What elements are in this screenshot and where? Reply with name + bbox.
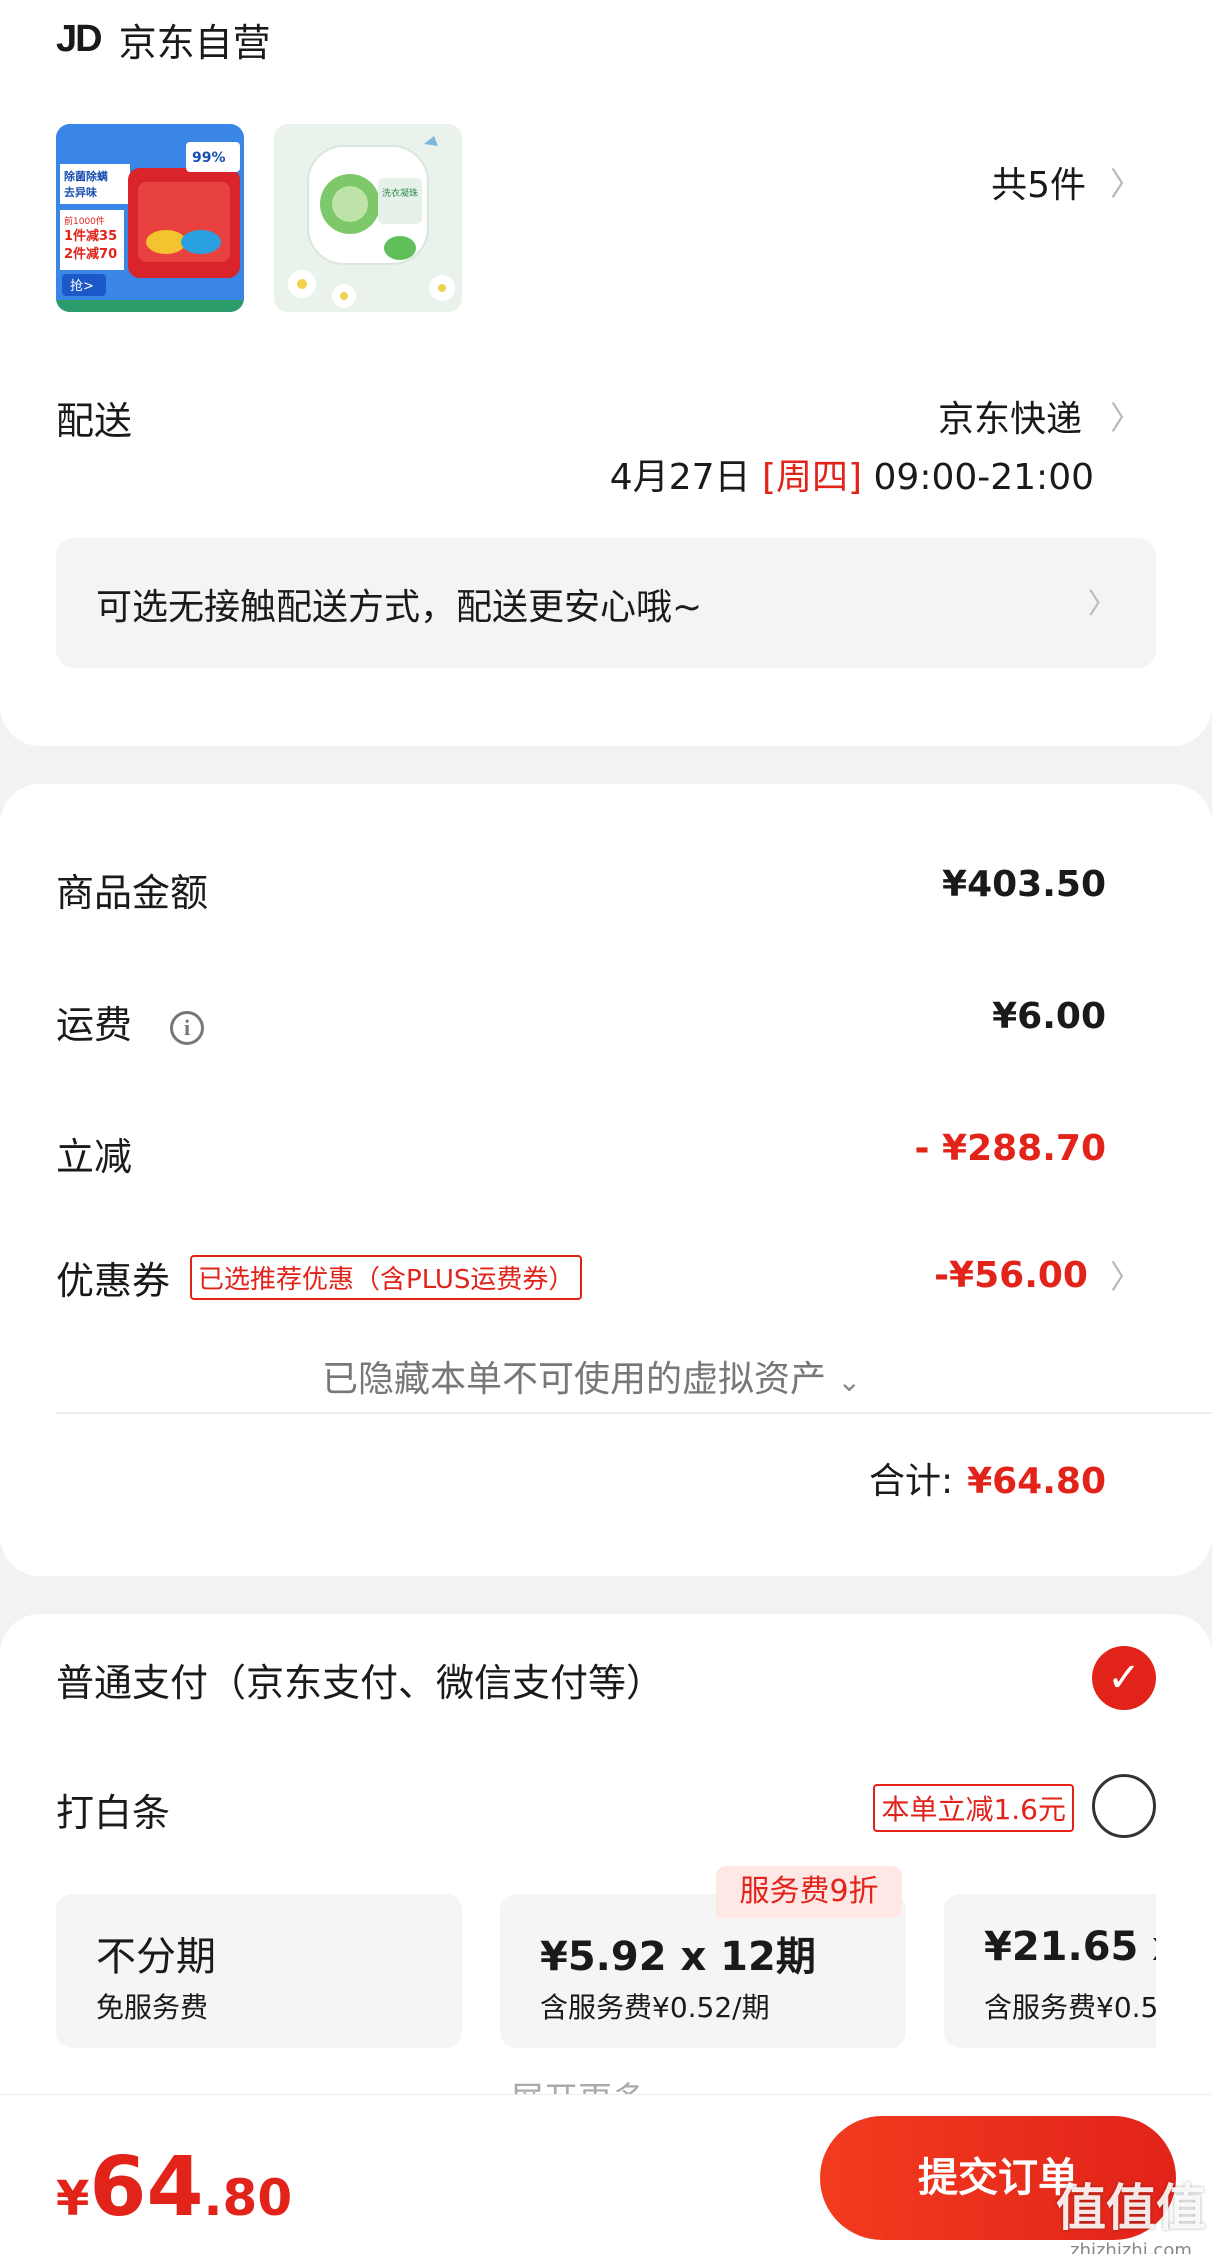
baitiao-discount-tag: 本单立减1.6元: [873, 1784, 1074, 1832]
delivery-method-link[interactable]: 京东快递 〉: [938, 390, 1142, 442]
svg-text:2件减70: 2件减70: [64, 246, 117, 262]
instant-discount-label: 立减: [56, 1135, 133, 1179]
checkout-total-price: ¥64.80: [56, 2140, 292, 2235]
goods-amount-value: ¥403.50: [942, 864, 1106, 905]
product-thumbnail-2[interactable]: 洗衣凝珠: [274, 124, 462, 312]
product-image-detergent-pods: 除菌除螨 去异味 前1000件 1件减35 2件减70 抢> 99%: [56, 124, 244, 312]
notice-text: 可选无接触配送方式，配送更安心哦~: [96, 587, 703, 628]
delivery-date: 4月27日: [609, 457, 751, 498]
svg-text:洗衣凝珠: 洗衣凝珠: [382, 187, 418, 199]
installment-sub: 含服务费¥0.5: [984, 1991, 1156, 2024]
total-value: ¥64.80: [967, 1461, 1106, 1502]
instant-discount-value: - ¥288.70: [914, 1128, 1106, 1169]
baitiao-radio-unchecked[interactable]: [1092, 1774, 1156, 1838]
coupon-tag: 已选推荐优惠（含PLUS运费券）: [190, 1255, 583, 1300]
watermark-url: zhizhizhi.com: [1070, 2240, 1192, 2254]
delivery-time[interactable]: 4月27日 [周四] 09:00-21:00: [610, 448, 1094, 500]
installment-option[interactable]: ¥21.65 x 含服务费¥0.5: [944, 1894, 1156, 2048]
svg-text:99%: 99%: [192, 150, 226, 166]
watermark-text: 值值值: [1056, 2179, 1206, 2237]
shipping-fee-row: 运费 i: [56, 994, 205, 1049]
service-fee-badge: 服务费9折: [716, 1866, 902, 1918]
chevron-right-icon: 〉: [1087, 587, 1116, 620]
total-row: 合计: ¥64.80: [869, 1452, 1106, 1504]
jd-logo: JD: [56, 18, 103, 60]
delivery-time-window: 09:00-21:00: [873, 457, 1094, 498]
chevron-down-icon: ⌄: [837, 1365, 861, 1398]
svg-text:去异味: 去异味: [64, 185, 97, 199]
installment-title: ¥5.92 x 12期: [540, 1934, 816, 1980]
info-icon[interactable]: i: [170, 1010, 205, 1045]
coupon-value: -¥56.00: [934, 1254, 1088, 1296]
chevron-right-icon: 〉: [1109, 165, 1142, 203]
coupon-value-link[interactable]: -¥56.00 〉: [934, 1252, 1142, 1298]
delivery-weekday: [周四]: [761, 457, 863, 498]
delivery-method: 京东快递: [937, 399, 1082, 440]
installment-sub: 免服务费: [96, 1991, 209, 2024]
hidden-assets-text: 已隐藏本单不可使用的虚拟资产: [322, 1359, 827, 1400]
normal-payment-radio-checked[interactable]: ✓: [1092, 1646, 1156, 1710]
coupon-row[interactable]: 优惠券 已选推荐优惠（含PLUS运费券）: [56, 1250, 583, 1305]
price-integer: 64: [89, 2140, 204, 2235]
hidden-assets-toggle[interactable]: 已隐藏本单不可使用的虚拟资产 ⌄: [322, 1350, 861, 1402]
store-header: JD 京东自营: [56, 12, 271, 67]
order-items-card: JD 京东自营 除菌除螨 去异味 前1000件 1件减35 2件减70 抢> 9…: [0, 0, 1212, 746]
installment-option[interactable]: 不分期 免服务费: [56, 1894, 462, 2048]
product-thumbnail-1[interactable]: 除菌除螨 去异味 前1000件 1件减35 2件减70 抢> 99%: [56, 124, 244, 312]
price-decimal: .80: [203, 2169, 293, 2227]
site-watermark: 值值值 zhizhizhi.com: [1056, 2168, 1206, 2254]
coupon-label: 优惠券: [56, 1259, 171, 1303]
baitiao-tag-wrap: 本单立减1.6元: [873, 1784, 1074, 1832]
svg-text:除菌除螨: 除菌除螨: [64, 169, 108, 183]
total-label: 合计:: [868, 1461, 954, 1502]
baitiao-label[interactable]: 打白条: [56, 1782, 170, 1837]
divider: [56, 1412, 1212, 1414]
installment-sub: 含服务费¥0.52/期: [540, 1991, 770, 2024]
contactless-delivery-notice[interactable]: 可选无接触配送方式，配送更安心哦~ 〉: [56, 538, 1156, 668]
item-count-link[interactable]: 共5件 〉: [991, 156, 1142, 208]
price-symbol: ¥: [56, 2171, 90, 2227]
chevron-right-icon: 〉: [1109, 399, 1142, 437]
svg-text:1件减35: 1件减35: [64, 228, 117, 244]
installment-title: ¥21.65 x: [984, 1924, 1156, 1970]
installment-title: 不分期: [96, 1934, 216, 1980]
shipping-fee-value: ¥6.00: [992, 996, 1106, 1037]
delivery-label: 配送: [56, 399, 133, 443]
product-image-laundry-capsules: 洗衣凝珠: [274, 124, 462, 312]
svg-text:抢>: 抢>: [70, 278, 94, 294]
chevron-right-icon: 〉: [1109, 1258, 1142, 1296]
goods-amount-label: 商品金额: [56, 871, 209, 915]
item-count-label: 共5件: [991, 165, 1086, 206]
normal-payment-label[interactable]: 普通支付（京东支付、微信支付等）: [56, 1652, 664, 1707]
shipping-fee-label: 运费: [56, 1003, 133, 1047]
store-name: 京东自营: [118, 21, 271, 65]
svg-text:前1000件: 前1000件: [64, 215, 105, 227]
